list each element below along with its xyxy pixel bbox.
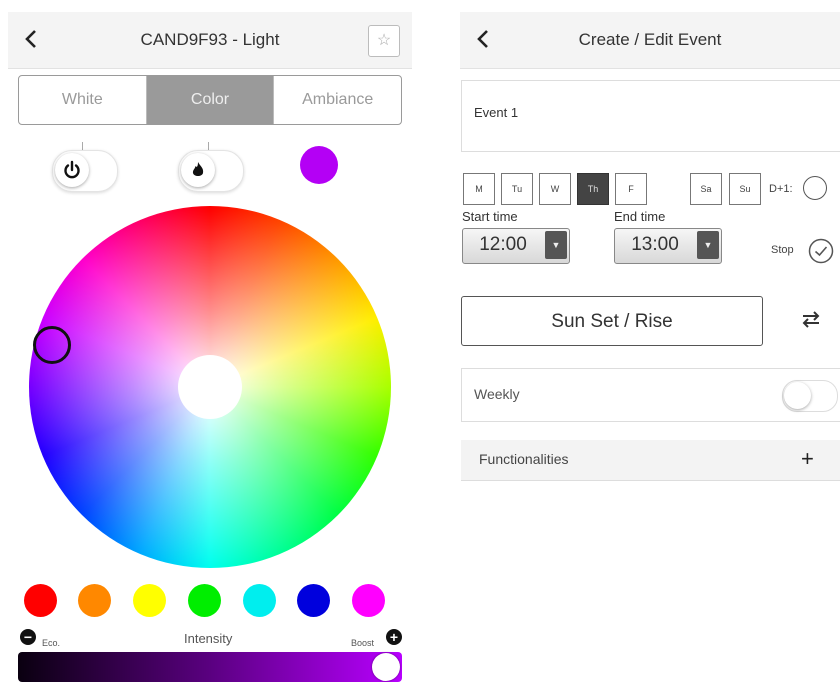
weekly-row: Weekly xyxy=(461,368,840,422)
mode-tabs: White Color Ambiance xyxy=(18,75,402,125)
day-sunday[interactable]: Su xyxy=(729,173,761,205)
ambiance-toggle-knob xyxy=(181,153,215,187)
end-time-value: 13:00 xyxy=(631,234,679,255)
day-friday[interactable]: F xyxy=(615,173,647,205)
weekly-toggle[interactable] xyxy=(782,380,838,412)
color-wheel-center xyxy=(178,355,242,419)
start-time-value: 12:00 xyxy=(479,234,527,255)
intensity-slider[interactable] xyxy=(18,652,402,682)
event-name-value: Event 1 xyxy=(474,105,519,120)
preset-blue[interactable] xyxy=(297,584,330,617)
weekly-label: Weekly xyxy=(474,386,520,402)
day-tuesday[interactable]: Tu xyxy=(501,173,533,205)
functionalities-label: Functionalities xyxy=(479,451,569,467)
end-time-dropdown[interactable]: 13:00 ▼ xyxy=(614,228,722,264)
light-panel: CAND9F93 - Light ☆ White Color Ambiance xyxy=(0,0,420,682)
power-tick xyxy=(82,142,83,150)
tab-color[interactable]: Color xyxy=(146,76,275,124)
add-functionality-icon[interactable]: + xyxy=(801,446,814,472)
light-title: CAND9F93 - Light xyxy=(140,30,280,49)
event-title: Create / Edit Event xyxy=(578,30,722,49)
flame-icon xyxy=(192,162,204,176)
preset-green[interactable] xyxy=(188,584,221,617)
color-wheel-cursor[interactable] xyxy=(33,326,71,364)
swap-arrows-icon[interactable] xyxy=(800,308,822,330)
intensity-plus-icon[interactable]: + xyxy=(386,629,402,645)
intensity-minus-icon[interactable]: − xyxy=(20,629,36,645)
boost-label: Boost xyxy=(351,638,375,648)
selected-color-swatch xyxy=(300,146,338,184)
preset-magenta[interactable] xyxy=(352,584,385,617)
stop-check-icon[interactable] xyxy=(808,238,834,264)
weekly-toggle-knob xyxy=(784,382,811,409)
preset-yellow[interactable] xyxy=(133,584,166,617)
intensity-label: Intensity xyxy=(184,631,233,646)
dropdown-arrow-icon: ▼ xyxy=(545,231,567,259)
end-time-label: End time xyxy=(614,209,666,224)
flame-tick xyxy=(208,142,209,150)
preset-cyan[interactable] xyxy=(243,584,276,617)
start-time-dropdown[interactable]: 12:00 ▼ xyxy=(462,228,570,264)
color-wheel[interactable] xyxy=(29,206,391,568)
favorite-star-icon[interactable]: ☆ xyxy=(368,25,400,57)
power-toggle-knob xyxy=(55,153,89,187)
preset-orange[interactable] xyxy=(78,584,111,617)
dropdown-arrow-icon: ▼ xyxy=(697,231,719,259)
event-name-field[interactable]: Event 1 xyxy=(461,80,840,152)
power-toggle[interactable] xyxy=(52,150,118,192)
sun-set-rise-button[interactable]: Sun Set / Rise xyxy=(461,296,763,346)
intensity-slider-knob[interactable] xyxy=(372,653,400,681)
preset-red[interactable] xyxy=(24,584,57,617)
day-saturday[interactable]: Sa xyxy=(690,173,722,205)
event-panel: Create / Edit Event Event 1 M Tu W Th F … xyxy=(448,0,840,680)
d-plus-one-label: D+1: xyxy=(769,183,793,195)
ambiance-toggle[interactable] xyxy=(178,150,244,192)
day-thursday[interactable]: Th xyxy=(577,173,609,205)
eco-label: Eco. xyxy=(42,638,61,648)
light-header: CAND9F93 - Light ☆ xyxy=(8,12,412,69)
start-time-label: Start time xyxy=(462,209,518,224)
day-wednesday[interactable]: W xyxy=(539,173,571,205)
power-icon xyxy=(64,160,80,179)
event-header: Create / Edit Event xyxy=(460,12,840,69)
stop-label: Stop xyxy=(771,244,794,256)
tab-white[interactable]: White xyxy=(19,76,147,124)
day-monday[interactable]: M xyxy=(463,173,495,205)
functionalities-row[interactable]: Functionalities + xyxy=(461,440,840,481)
tab-ambiance[interactable]: Ambiance xyxy=(274,76,401,124)
d-plus-one-radio[interactable] xyxy=(803,176,827,200)
